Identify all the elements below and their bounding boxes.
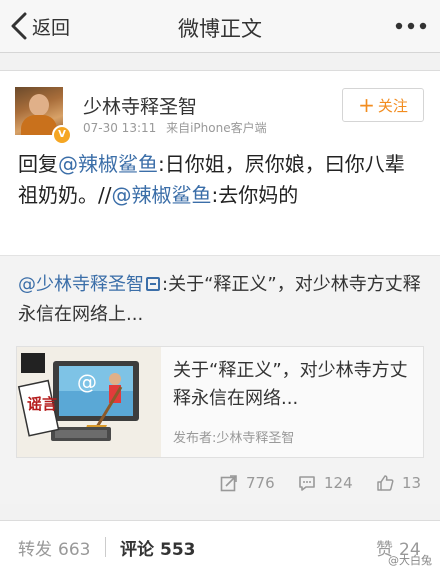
more-dots-icon: [395, 22, 427, 30]
thumbs-up-icon: [377, 475, 394, 491]
plus-icon: +: [358, 93, 375, 117]
tab-comments[interactable]: 评论 553: [120, 535, 196, 560]
repost-count-button[interactable]: 776: [220, 466, 275, 500]
repost-author-mention[interactable]: @少林寺释圣智: [18, 274, 144, 295]
post-time: 07-30 13:11: [83, 121, 157, 135]
post-text-prefix: 回复: [18, 152, 58, 176]
post-text-suffix: :去你妈的: [211, 183, 299, 207]
mention-link[interactable]: @辣椒鲨鱼: [111, 183, 211, 207]
article-icon: [146, 277, 160, 291]
verified-badge-icon: V: [52, 125, 72, 145]
tab-reposts-label: 转发: [18, 540, 52, 560]
article-publisher: 发布者:少林寺释圣智: [173, 431, 295, 446]
follow-label: 关注: [377, 96, 408, 115]
comment-count-button[interactable]: 124: [298, 466, 353, 500]
mention-link[interactable]: @辣椒鲨鱼: [58, 152, 158, 176]
author-name[interactable]: 少林寺释圣智: [83, 92, 197, 119]
repost-count: 776: [246, 474, 275, 492]
reposted-content[interactable]: @少林寺释圣智:关于“释正义”，对少林寺方丈释永信在网络上... @ 谣言 关…: [0, 255, 440, 504]
article-thumbnail: @ 谣言: [17, 347, 161, 457]
post-body: 回复@辣椒鲨鱼:日你姐，屄你娘，曰你八辈祖奶奶。//@辣椒鲨鱼:去你妈的: [18, 149, 424, 211]
article-title: 关于“释正义”，对少林寺方丈释永信在网络...: [173, 360, 408, 409]
tab-divider: [105, 537, 106, 557]
page-title: 微博正文: [178, 17, 262, 41]
thumbnail-text: 谣言: [27, 395, 57, 413]
like-count-button[interactable]: 13: [376, 466, 421, 500]
tab-comments-label: 评论: [120, 540, 154, 560]
tab-reposts[interactable]: 转发 663: [18, 535, 90, 560]
bottom-tab-bar: 转发 663 评论 553 赞 24: [0, 520, 440, 572]
follow-button[interactable]: + 关注: [342, 88, 424, 122]
repost-text: @少林寺释圣智:关于“释正义”，对少林寺方丈释永信在网络上...: [18, 270, 424, 330]
repost-icon: [220, 475, 237, 492]
svg-text:@: @: [77, 370, 97, 394]
navigation-bar: 返回 微博正文: [0, 0, 440, 53]
comment-count: 124: [324, 474, 353, 492]
tab-reposts-count: 663: [58, 540, 91, 560]
article-link-card[interactable]: @ 谣言 关于“释正义”，对少林寺方丈释永信在网络... 发布者:少林寺释圣智: [16, 346, 424, 458]
repost-stats: 776 124 13: [0, 466, 440, 500]
watermark: @大白兔: [388, 554, 432, 567]
more-options-button[interactable]: [394, 14, 428, 38]
post-meta: 07-30 13:11 来自iPhone客户端: [83, 119, 273, 136]
comment-icon: [299, 476, 315, 491]
post-source: 来自iPhone客户端: [166, 121, 267, 135]
like-count: 13: [402, 474, 422, 492]
tab-comments-count: 553: [160, 540, 196, 560]
weibo-post-card: V 少林寺释圣智 07-30 13:11 来自iPhone客户端 + 关注 回复…: [0, 70, 440, 504]
